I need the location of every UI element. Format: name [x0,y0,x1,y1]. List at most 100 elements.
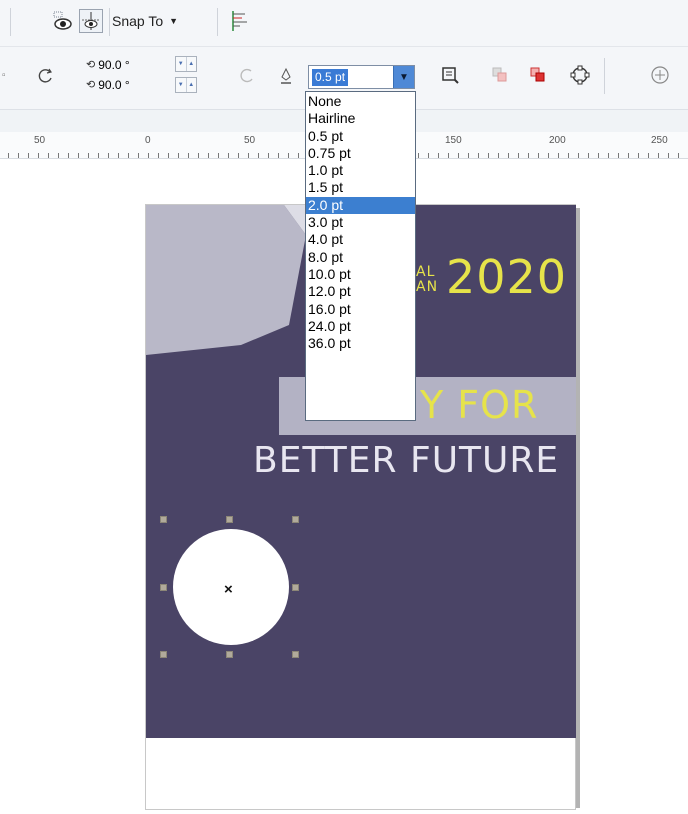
ruler-tick [648,153,649,158]
convert-to-curves-icon[interactable] [568,63,592,87]
poster-better-future[interactable]: BETTER FUTURE [253,440,559,481]
to-front-icon[interactable] [488,63,512,87]
poster-ready-for[interactable]: Y FOR [420,383,538,427]
ruler-tick [518,153,519,158]
ruler-tick [448,153,449,158]
ruler-tick [228,153,229,158]
chevron-down-icon: ▼ [169,16,179,26]
dropdown-item[interactable]: 0.75 pt [306,145,415,162]
truncated-icon: ▫ [2,70,6,81]
rotate-icon[interactable] [34,64,58,88]
selection-handle[interactable] [160,651,167,658]
ruler-tick [298,153,299,158]
visibility-icon[interactable] [51,9,75,33]
ruler-tick [38,153,39,158]
align-guides-icon[interactable] [228,9,252,33]
ruler-tick [18,153,19,158]
outline-width-dropdown-list[interactable]: None Hairline 0.5 pt 0.75 pt 1.0 pt 1.5 … [305,91,416,421]
ruler-tick [548,153,549,158]
dropdown-item[interactable]: Hairline [306,110,415,127]
dropdown-item[interactable]: 3.0 pt [306,214,415,231]
ruler-tick [248,153,249,158]
ruler-tick [468,153,469,158]
grid-snap-icon[interactable] [79,9,103,33]
ruler-tick [588,153,589,158]
ruler-tick [218,153,219,158]
ruler-tick [658,153,659,158]
toolbar-separator [604,58,605,94]
ruler-label: 200 [549,135,566,146]
toolbar-separator [217,8,218,36]
selection-handle[interactable] [160,516,167,523]
poster-partial-line-2: AN [416,279,439,295]
ruler-tick [438,153,439,158]
dropdown-item[interactable]: 0.5 pt [306,128,415,145]
dropdown-item[interactable]: 12.0 pt [306,283,415,300]
poster-partial-text: AL AN [416,265,438,295]
ruler-tick [498,153,499,158]
ruler-tick [428,153,429,158]
selection-handle[interactable] [292,651,299,658]
ruler-tick [538,153,539,158]
ruler-tick [118,153,119,158]
selection-handle[interactable] [292,516,299,523]
arc-direction-icon[interactable] [236,64,260,88]
ruler-label: 50 [244,135,256,146]
dropdown-item[interactable]: 10.0 pt [306,266,415,283]
ruler-tick [258,153,259,158]
selection-handle[interactable] [160,584,167,591]
ruler-label: 0 [145,135,151,146]
poster-year[interactable]: 2020 [446,250,567,304]
dropdown-item[interactable]: 16.0 pt [306,301,415,318]
selection-handle[interactable] [226,516,233,523]
ruler-label: 150 [445,135,462,146]
toolbar-separator [10,8,11,36]
outline-width-select[interactable]: 0.5 pt ▼ [308,65,415,89]
selection-handle[interactable] [226,651,233,658]
ruler-tick [488,153,489,158]
dropdown-item[interactable]: 36.0 pt [306,335,415,352]
angle-field-top[interactable]: ⟲ 90.0 ° [86,55,130,74]
ruler-tick [68,153,69,158]
chevron-down-icon[interactable]: ▼ [393,66,414,88]
ruler-tick [418,153,419,158]
ruler-tick [88,153,89,158]
add-icon[interactable] [648,63,672,87]
dropdown-item[interactable]: None [306,93,415,110]
dropdown-item[interactable]: 8.0 pt [306,249,415,266]
selection-handle[interactable] [292,584,299,591]
ruler-tick [618,153,619,158]
light-polygon-shape[interactable] [146,205,306,355]
dropdown-item[interactable]: 4.0 pt [306,231,415,248]
angle-top-spinner[interactable]: ▼ ▲ [175,56,197,72]
snap-to-label: Snap To [112,13,164,29]
dropdown-item[interactable]: 1.5 pt [306,179,415,196]
dropdown-item[interactable]: 1.0 pt [306,162,415,179]
snap-to-dropdown[interactable]: Snap To ▼ [112,9,178,33]
dropdown-item-highlighted[interactable]: 2.0 pt [306,196,415,215]
ruler-tick [158,153,159,158]
toolbar-separator [109,8,110,36]
ruler-tick [128,153,129,158]
to-back-icon[interactable] [526,63,550,87]
ruler-tick [668,153,669,158]
ruler-tick [58,153,59,158]
angle-bottom-spinner[interactable]: ▼ ▲ [175,77,197,93]
dropdown-item[interactable]: 24.0 pt [306,318,415,335]
wrap-text-icon[interactable] [438,63,462,87]
ruler-tick [48,153,49,158]
ruler-tick [78,153,79,158]
ruler-tick [528,153,529,158]
rotate-angle-icon: ⟲ [86,79,96,91]
outline-pen-icon[interactable] [274,64,298,88]
ruler-tick [98,153,99,158]
poster-partial-line-1: AL [416,264,436,280]
ruler-tick [268,153,269,158]
ruler-tick [138,153,139,158]
ruler-tick [568,153,569,158]
ruler-tick [288,153,289,158]
ruler-tick [238,153,239,158]
angle-field-bottom[interactable]: ⟲ 90.0 ° [86,75,130,94]
angle-bottom-value: 90.0 ° [98,77,130,92]
ruler-tick [458,153,459,158]
